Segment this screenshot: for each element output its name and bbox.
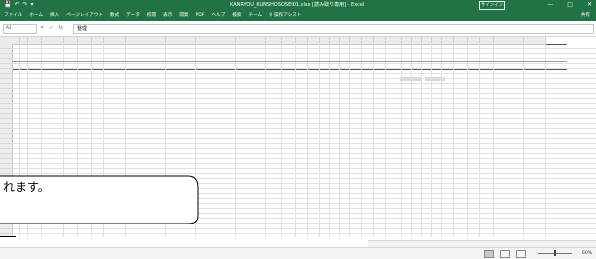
page-break-view-icon[interactable]: [516, 250, 526, 258]
close-button[interactable]: ✕: [587, 0, 592, 10]
grid-line: [12, 58, 596, 59]
column-header[interactable]: [126, 37, 166, 45]
cancel-icon[interactable]: ✕: [40, 24, 44, 32]
window-title: KANRYOU_KUNSHOSOSEI01.xlsx [読み取り専用] - Ex…: [230, 2, 365, 8]
grid-line: [12, 133, 596, 134]
grid-line: [12, 148, 596, 149]
status-bar: 60%: [0, 247, 596, 259]
grid-line: [12, 143, 596, 144]
grid-line: [12, 168, 596, 169]
maximize-button[interactable]: □: [567, 0, 573, 10]
ribbon-tab[interactable]: ページレイアウト: [66, 11, 103, 20]
grid-line: [12, 88, 596, 89]
ribbon-tab[interactable]: 数式: [110, 11, 119, 20]
ribbon-tab[interactable]: 表示: [163, 11, 172, 20]
minimize-button[interactable]: —: [547, 0, 553, 10]
grid-line: [12, 138, 596, 139]
ribbon-tabs: ファイル ホーム 挿入 ページレイアウト 数式 データ 校閲 表示 開発 PDF ヘルプ 検索 チーム ♀…: [0, 10, 596, 21]
ribbon-tab[interactable]: 校閲: [147, 11, 156, 20]
column-header[interactable]: [42, 37, 64, 45]
ribbon-tab[interactable]: ファイル: [4, 11, 22, 20]
ribbon-tab-list: ファイル ホーム 挿入 ページレイアウト 数式 データ 校閲 表示 開発 PDF ヘルプ 検索 チーム ♀…: [4, 11, 301, 20]
normal-view-icon[interactable]: [484, 250, 494, 258]
grid-line: [12, 98, 596, 99]
column-header[interactable]: [480, 37, 494, 45]
share-button[interactable]: 共有: [581, 11, 590, 20]
formula-input[interactable]: 整理: [73, 24, 594, 34]
formula-bar: A1 ✕ ✓ fx 整理: [0, 21, 596, 37]
save-icon[interactable]: 💾: [4, 1, 11, 9]
zoom-thumb[interactable]: [554, 250, 556, 256]
column-header[interactable]: [494, 37, 524, 45]
page-layout-view-icon[interactable]: [500, 250, 510, 258]
grid-line: [12, 163, 596, 164]
redo-icon[interactable]: ↷: [23, 1, 28, 9]
grid-line: [12, 153, 596, 154]
ribbon-tab[interactable]: チーム: [248, 11, 262, 20]
quick-access-toolbar: 💾 ↶ ↷ ▾: [4, 1, 34, 9]
grid-line: [12, 73, 596, 74]
grid-line: [12, 103, 596, 104]
column-header[interactable]: [236, 37, 266, 45]
undo-icon[interactable]: ↶: [14, 1, 19, 9]
grid-line: [12, 108, 596, 109]
column-header[interactable]: [524, 37, 546, 45]
window-controls: — □ ✕: [547, 0, 592, 10]
ribbon-tab[interactable]: データ: [126, 11, 140, 20]
grid-line: [12, 83, 596, 84]
horizontal-scrollbar[interactable]: [368, 240, 596, 247]
grid-line: [12, 68, 596, 69]
grid-line: [12, 158, 596, 159]
column-header[interactable]: [386, 37, 402, 45]
column-header[interactable]: [64, 37, 78, 45]
column-header[interactable]: [282, 37, 296, 45]
column-header[interactable]: [266, 37, 282, 45]
sign-in-button[interactable]: サインイン: [479, 1, 505, 10]
divider-line: [0, 236, 16, 237]
ribbon-tab[interactable]: ホーム: [29, 11, 43, 20]
column-header[interactable]: [28, 37, 42, 45]
data-row-border: [12, 61, 567, 62]
formula-buttons: ✕ ✓ fx: [40, 24, 63, 32]
grid-line: [12, 123, 596, 124]
customize-toolbar-icon[interactable]: ▾: [31, 1, 34, 9]
ribbon-tab[interactable]: PDF: [196, 11, 205, 20]
ribbon-tab[interactable]: ヘルプ: [211, 11, 225, 20]
view-buttons: [484, 250, 526, 258]
zoom-level[interactable]: 60%: [582, 250, 592, 257]
grid-line: [12, 53, 596, 54]
grid-line: [12, 228, 596, 229]
grid-line: [12, 233, 596, 234]
name-box[interactable]: A1: [3, 24, 37, 34]
column-header[interactable]: [104, 37, 126, 45]
grid-line: [12, 63, 596, 64]
grid-line: [12, 118, 596, 119]
title-bar: 💾 ↶ ↷ ▾ KANRYOU_KUNSHOSOSEI01.xlsx [読み取り…: [0, 0, 596, 10]
insert-function-icon[interactable]: fx: [58, 24, 63, 32]
zoom-slider[interactable]: [532, 250, 578, 256]
enter-icon[interactable]: ✓: [49, 24, 53, 32]
grid-line: [12, 78, 596, 79]
column-header[interactable]: [166, 37, 196, 45]
column-header[interactable]: [78, 37, 92, 45]
grid-line: [12, 113, 596, 114]
column-header[interactable]: [196, 37, 236, 45]
ribbon-tab[interactable]: 検索: [232, 11, 241, 20]
ribbon-tab[interactable]: 挿入: [50, 11, 59, 20]
grid-line: [12, 48, 596, 49]
callout-text: れます。: [3, 180, 50, 194]
ribbon-tab[interactable]: 開発: [179, 11, 188, 20]
grid-line: [12, 93, 596, 94]
column-header[interactable]: [454, 37, 468, 45]
ribbon-tab[interactable]: ♀ 操作アシスト: [269, 11, 301, 20]
grid-line: [12, 128, 596, 129]
